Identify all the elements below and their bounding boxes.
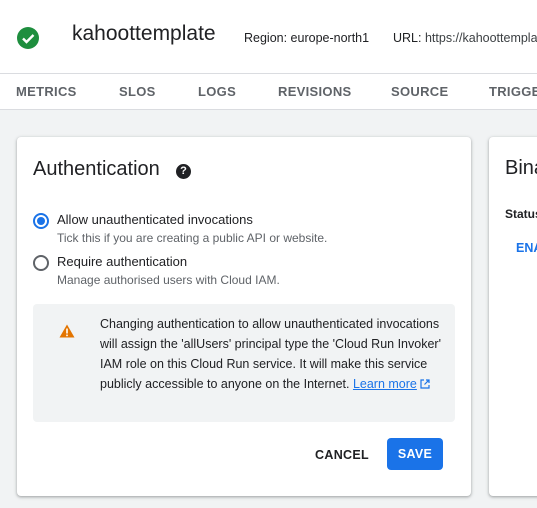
learn-more-link[interactable]: Learn more <box>353 377 417 391</box>
tab-metrics[interactable]: METRICS <box>16 74 77 109</box>
authentication-card: Authentication ? Allow unauthenticated i… <box>17 137 471 496</box>
allow-unauthenticated-description: Tick this if you are creating a public A… <box>57 231 328 245</box>
warning-message: Changing authentication to allow unauthe… <box>100 314 445 394</box>
binary-authorization-card: Binary Authorization Status ENABLE <box>489 137 537 496</box>
allow-unauthenticated-radio[interactable] <box>33 213 49 229</box>
external-link-icon[interactable] <box>420 379 430 389</box>
require-authentication-description: Manage authorised users with Cloud IAM. <box>57 273 280 287</box>
allow-unauthenticated-label[interactable]: Allow unauthenticated invocations <box>57 212 253 227</box>
tab-source[interactable]: SOURCE <box>391 74 448 109</box>
url-label: URL: <box>393 31 422 45</box>
check-circle-icon <box>17 27 39 49</box>
cancel-button[interactable]: CANCEL <box>306 439 378 471</box>
binary-authorization-status-label: Status <box>505 207 537 221</box>
tab-slos[interactable]: SLOS <box>119 74 156 109</box>
service-url: URL: https://kahoottemplate <box>393 31 537 45</box>
help-icon[interactable]: ? <box>176 164 191 179</box>
authentication-title: Authentication <box>33 158 160 180</box>
require-authentication-radio[interactable] <box>33 255 49 271</box>
warning-box: Changing authentication to allow unauthe… <box>33 304 455 422</box>
save-button[interactable]: SAVE <box>387 438 443 470</box>
tab-triggers[interactable]: TRIGGERS <box>489 74 537 109</box>
tab-revisions[interactable]: REVISIONS <box>278 74 352 109</box>
service-name: kahoottemplate <box>72 22 216 45</box>
region-label: Region: europe-north1 <box>244 31 370 45</box>
tab-logs[interactable]: LOGS <box>198 74 236 109</box>
enable-button[interactable]: ENABLE <box>516 241 537 255</box>
warning-icon <box>59 324 75 338</box>
require-authentication-label[interactable]: Require authentication <box>57 254 187 269</box>
binary-authorization-title: Binary Authorization <box>505 157 537 179</box>
tab-bar: METRICS SLOS LOGS REVISIONS SOURCE TRIGG… <box>0 73 537 110</box>
service-header: kahoottemplate Region: europe-north1 URL… <box>0 0 537 73</box>
url-link[interactable]: https://kahoottemplate <box>425 31 537 45</box>
